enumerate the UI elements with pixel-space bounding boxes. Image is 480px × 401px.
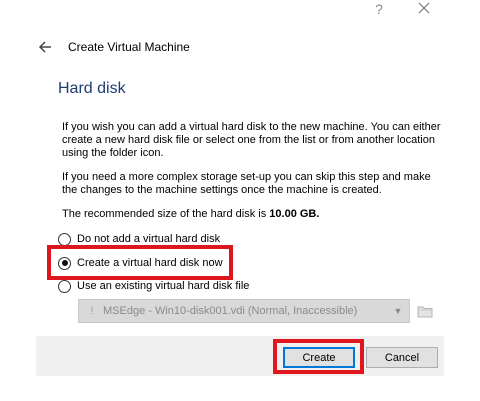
recommended-size-label: The recommended size of the hard disk is — [62, 208, 267, 220]
close-button[interactable] — [414, 0, 434, 18]
create-vm-dialog: ? Create Virtual Machine Hard disk If yo… — [0, 0, 480, 401]
existing-disk-value: MSEdge - Win10-disk001.vdi (Normal, Inac… — [103, 305, 358, 317]
recommended-size-value: 10.00 GB. — [269, 208, 320, 220]
radio-no-disk-label: Do not add a virtual hard disk — [77, 233, 221, 245]
radio-existing-disk-label: Use an existing virtual hard disk file — [77, 280, 250, 292]
back-arrow-icon — [38, 41, 51, 53]
warning-icon: ! — [90, 305, 94, 317]
choose-disk-file-button — [416, 302, 434, 320]
existing-disk-select: ! MSEdge - Win10-disk001.vdi (Normal, In… — [78, 299, 410, 323]
close-icon — [418, 2, 430, 14]
chevron-down-icon: ▼ — [393, 306, 403, 316]
help-button[interactable]: ? — [370, 0, 388, 18]
radio-button[interactable] — [58, 232, 71, 246]
recommended-size-text: The recommended size of the hard disk is… — [62, 208, 442, 221]
radio-button[interactable] — [58, 279, 71, 293]
page-title: Hard disk — [58, 80, 126, 97]
intro-paragraph: If you wish you can add a virtual hard d… — [62, 121, 441, 159]
highlight-create-button — [273, 339, 364, 374]
wizard-title: Create Virtual Machine — [68, 40, 190, 54]
cancel-button[interactable]: Cancel — [366, 347, 438, 368]
highlight-create-disk-option — [47, 245, 233, 280]
skip-paragraph: If you need a more complex storage set-u… — [62, 171, 431, 196]
back-button[interactable] — [36, 38, 56, 56]
folder-icon — [417, 306, 433, 318]
